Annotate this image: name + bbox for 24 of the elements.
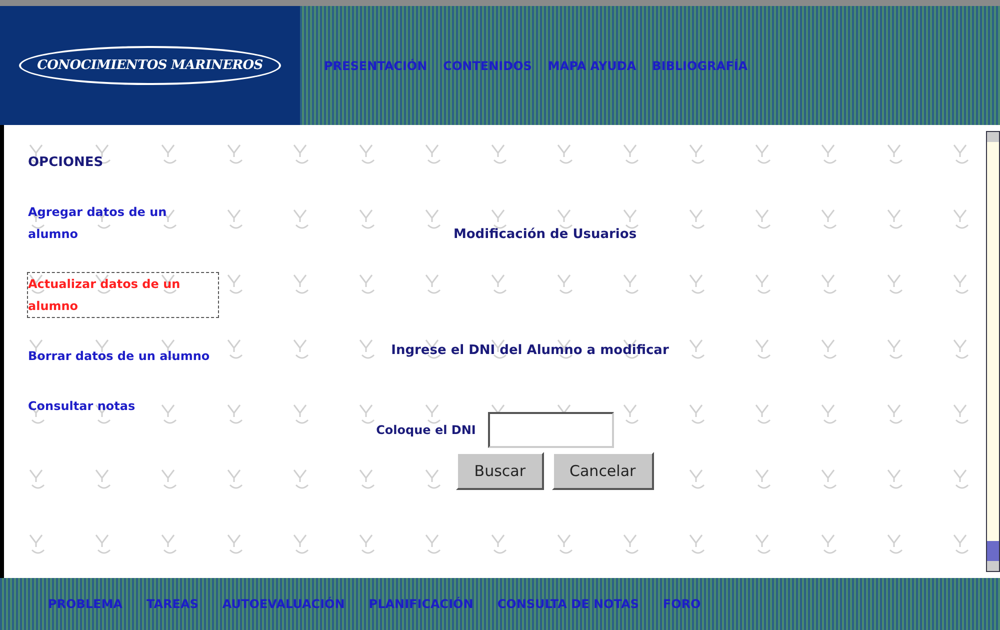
nav-link[interactable]: CONTENIDOS (443, 56, 532, 74)
footer-link[interactable]: PROBLEMA (48, 595, 122, 613)
nav-link[interactable]: MAPA AYUDA (548, 56, 636, 74)
logo-text: CONOCIMIENTOS MARINEROS (19, 46, 281, 86)
footer-link[interactable]: FORO (662, 595, 701, 613)
dni-input[interactable] (488, 412, 614, 448)
footer-link[interactable]: CONSULTA DE NOTAS (497, 595, 639, 613)
footer-link[interactable]: AUTOEVALUACIÓN (222, 595, 345, 613)
scrollbar[interactable] (986, 131, 1000, 572)
footer-link[interactable]: PLANIFICACIÓN (368, 595, 474, 613)
form-button[interactable]: Cancelar (552, 452, 654, 490)
page-title: Modificación de Usuarios (453, 226, 637, 244)
instruction-text: Ingrese el DNI del Alumno a modificar (391, 342, 669, 360)
form-button[interactable]: Buscar (456, 452, 544, 490)
scroll-thumb[interactable] (987, 541, 999, 561)
nav-link[interactable]: BIBLIOGRAFÍA (652, 56, 748, 74)
field-label: Coloque el DNI (376, 422, 476, 439)
footer-link[interactable]: TAREAS (146, 595, 198, 613)
sidebar-link[interactable]: Borrar datos de un alumno (28, 344, 218, 366)
nav-link[interactable]: PRESENTACIÓN (324, 56, 428, 74)
sidebar-link[interactable]: Actualizar datos de un alumno (28, 272, 218, 316)
sidebar-title: OPCIONES (28, 154, 104, 172)
sidebar-link[interactable]: Agregar datos de un alumno (28, 200, 218, 244)
sidebar-link[interactable]: Consultar notas (28, 394, 218, 416)
